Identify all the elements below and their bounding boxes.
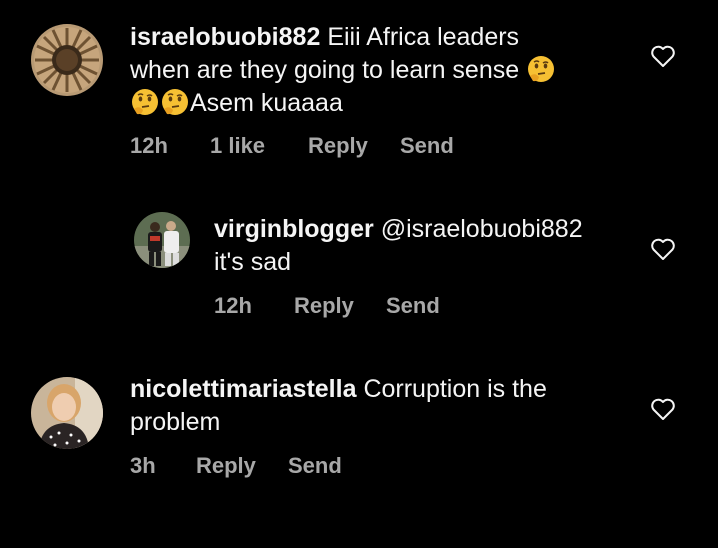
comment-time: 12h: [130, 133, 168, 158]
username[interactable]: virginblogger: [214, 215, 374, 243]
comment-text: nicolettimariastella Corruption is the p…: [130, 373, 650, 439]
comment-meta: 3h Reply Send: [130, 453, 342, 479]
comment-meta: 12h Reply Send: [214, 293, 440, 319]
comment-text-line3: Asem kuaaaa: [190, 89, 343, 117]
comment-text-line2: it's sad: [214, 248, 292, 276]
thinking-face-emoji: [160, 87, 190, 117]
comment-text-line2: when are they going to learn sense: [130, 56, 520, 84]
comment-israelobuobi882: israelobuobi882 Eiii Africa leaders when…: [0, 0, 718, 180]
reply-button[interactable]: Reply: [196, 453, 288, 479]
username[interactable]: israelobuobi882: [130, 23, 320, 51]
thinking-face-emoji: [526, 54, 556, 84]
heart-outline-icon[interactable]: [650, 44, 676, 68]
reply-button[interactable]: Reply: [308, 133, 400, 159]
likes-count[interactable]: 1 like: [210, 133, 308, 159]
send-button[interactable]: Send: [386, 293, 440, 319]
comment-text-line1: Eiii Africa leaders: [327, 23, 520, 51]
heart-outline-icon[interactable]: [650, 237, 676, 261]
send-button[interactable]: Send: [288, 453, 342, 479]
username[interactable]: nicolettimariastella: [130, 375, 356, 403]
comment-time: 12h: [214, 293, 252, 318]
comment-time: 3h: [130, 453, 156, 478]
comment-meta: 12h 1 like Reply Send: [130, 133, 454, 159]
avatar-virginblogger[interactable]: [134, 212, 190, 268]
comment-text: israelobuobi882 Eiii Africa leaders when…: [130, 21, 650, 120]
comment-nicolettimariastella: nicolettimariastella Corruption is the p…: [0, 360, 718, 548]
avatar-israelobuobi882[interactable]: [31, 24, 103, 96]
send-button[interactable]: Send: [400, 133, 454, 159]
comment-virginblogger: virginblogger @israelobuobi882 it's sad …: [0, 180, 718, 360]
thinking-face-emoji: [130, 87, 160, 117]
comment-text-line1: Corruption is the: [363, 375, 547, 403]
avatar-nicolettimariastella[interactable]: [31, 377, 103, 449]
comment-text-line2: problem: [130, 408, 221, 436]
reply-button[interactable]: Reply: [294, 293, 386, 319]
heart-outline-icon[interactable]: [650, 397, 676, 421]
comment-text: virginblogger @israelobuobi882 it's sad: [214, 213, 634, 279]
mention[interactable]: @israelobuobi882: [381, 215, 583, 243]
